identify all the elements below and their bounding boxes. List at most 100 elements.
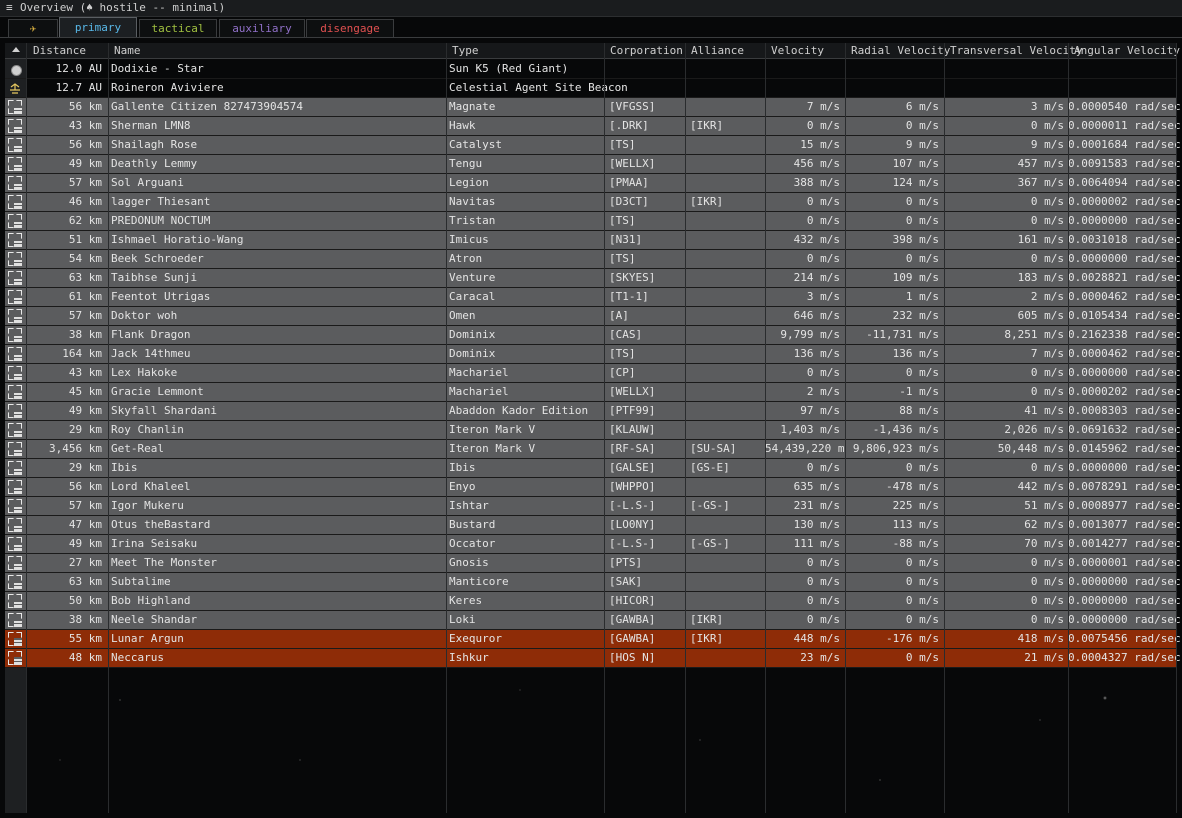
table-row[interactable]: 57 km Sol Arguani Legion [PMAA] 388 m/s 124 m… xyxy=(5,174,1181,193)
col-type[interactable]: Type xyxy=(452,43,479,58)
cell-type: Bustard xyxy=(449,518,496,531)
table-row[interactable]: 27 km Meet The Monster Gnosis [PTS] 0 m/s 0 m… xyxy=(5,554,1181,573)
ship-icon[interactable] xyxy=(8,556,22,570)
table-row[interactable]: 62 km PREDONUM NOCTUM Tristan [TS] 0 m/s 0 m/… xyxy=(5,212,1181,231)
ship-icon[interactable] xyxy=(8,328,22,342)
cell-angular-velocity: 0.0000000 rad/sec xyxy=(1068,366,1181,379)
tab-tactical[interactable]: tactical xyxy=(139,19,217,37)
ship-icon[interactable] xyxy=(8,632,22,646)
ship-icon[interactable] xyxy=(8,157,22,171)
table-row[interactable]: 63 km Subtalime Manticore [SAK] 0 m/s 0 m/s 0 … xyxy=(5,573,1181,592)
cell-distance: 63 km xyxy=(68,575,102,588)
ship-icon[interactable] xyxy=(8,214,22,228)
table-row[interactable]: 56 km Gallente Citizen 827473904574 Magnat… xyxy=(5,98,1181,117)
ship-icon[interactable] xyxy=(8,423,22,437)
ship-icon[interactable] xyxy=(8,537,22,551)
cell-radial-velocity: 0 m/s xyxy=(905,594,939,607)
beacon-icon[interactable] xyxy=(8,81,22,95)
ship-icon[interactable] xyxy=(8,575,22,589)
table-row[interactable]: 57 km Igor Mukeru Ishtar [-L.S-] [-GS-] 231 m… xyxy=(5,497,1181,516)
ship-icon[interactable] xyxy=(8,613,22,627)
table-row[interactable]: 46 km lagger Thiesant Navitas [D3CT] [IKR] 0 … xyxy=(5,193,1181,212)
col-corporation[interactable]: Corporation xyxy=(610,43,683,58)
table-row[interactable]: 61 km Feentot Utrigas Caracal [T1-1] 3 m/s 1 … xyxy=(5,288,1181,307)
cell-radial-velocity: 0 m/s xyxy=(905,252,939,265)
ship-icon[interactable] xyxy=(8,651,22,665)
ship-icon[interactable] xyxy=(8,176,22,190)
cell-alliance xyxy=(690,554,765,572)
ship-icon[interactable] xyxy=(8,309,22,323)
ship-icon[interactable] xyxy=(8,271,22,285)
table-row[interactable]: 43 km Sherman LMN8 Hawk [.DRK] [IKR] 0 m/s 0 m… xyxy=(5,117,1181,136)
ship-icon[interactable] xyxy=(8,480,22,494)
table-row[interactable]: 12.7 AU Roineron Aviviere Celestial Agent … xyxy=(5,79,1176,98)
table-row[interactable]: 57 km Doktor woh Omen [A] 646 m/s 232 m/s 605 … xyxy=(5,307,1181,326)
ship-icon[interactable] xyxy=(8,100,22,114)
cell-alliance: [SU-SA] xyxy=(690,442,737,455)
cell-alliance xyxy=(690,326,765,344)
table-row[interactable]: 12.0 AU Dodixie - Star Sun K5 (Red Giant) xyxy=(5,60,1176,79)
ship-icon[interactable] xyxy=(8,594,22,608)
cell-velocity: 0 m/s xyxy=(806,366,840,379)
tab-primary[interactable]: primary xyxy=(59,17,137,37)
table-row[interactable]: 164 km Jack 14thmeu Dominix [TS] 136 m/s 136 … xyxy=(5,345,1181,364)
ship-icon[interactable] xyxy=(8,290,22,304)
tab-drones[interactable]: ✈ xyxy=(8,19,58,37)
table-row[interactable]: 29 km Ibis Ibis [GALSE] [GS-E] 0 m/s 0 m/s 0 m/… xyxy=(5,459,1181,478)
tab-disengage[interactable]: disengage xyxy=(306,19,394,37)
cell-type: Iteron Mark V xyxy=(449,442,536,455)
star-icon[interactable] xyxy=(8,62,22,76)
col-name[interactable]: Name xyxy=(114,43,141,58)
tab-auxiliary[interactable]: auxiliary xyxy=(219,19,305,37)
table-row[interactable]: 3,456 km Get-Real Iteron Mark V [RF-SA] [SU-… xyxy=(5,440,1181,459)
table-row[interactable]: 38 km Neele Shandar Loki [GAWBA] [IKR] 0 m/s 0… xyxy=(5,611,1181,630)
ship-icon[interactable] xyxy=(8,119,22,133)
ship-icon[interactable] xyxy=(8,252,22,266)
col-radial-velocity[interactable]: Radial Velocity xyxy=(851,43,950,58)
table-row[interactable]: 54 km Beek Schroeder Atron [TS] 0 m/s 0 m/s 0 … xyxy=(5,250,1181,269)
cell-name: Gallente Citizen 827473904574 xyxy=(111,100,304,113)
ship-icon[interactable] xyxy=(8,499,22,513)
table-row[interactable]: 63 km Taibhse Sunji Venture [SKYES] 214 m/s 1… xyxy=(5,269,1181,288)
sort-ascending-icon[interactable] xyxy=(12,47,20,52)
ship-icon[interactable] xyxy=(8,442,22,456)
table-row[interactable]: 56 km Shailagh Rose Catalyst [TS] 15 m/s 9 m/… xyxy=(5,136,1181,155)
table-row[interactable]: 45 km Gracie Lemmont Machariel [WELLX] 2 m/s… xyxy=(5,383,1181,402)
cell-angular-velocity: 0.0000000 rad/sec xyxy=(1068,575,1181,588)
table-row[interactable]: 47 km Otus theBastard Bustard [LO0NY] 130 m/… xyxy=(5,516,1181,535)
ship-icon[interactable] xyxy=(8,518,22,532)
ship-icon[interactable] xyxy=(8,404,22,418)
table-row[interactable]: 56 km Lord Khaleel Enyo [WHPPO] 635 m/s -478 … xyxy=(5,478,1181,497)
table-row[interactable]: 49 km Deathly Lemmy Tengu [WELLX] 456 m/s 107… xyxy=(5,155,1181,174)
cell-corporation: [CP] xyxy=(609,366,636,379)
col-angular-velocity[interactable]: Angular Velocity xyxy=(1074,43,1180,58)
table-row[interactable]: 38 km Flank Dragon Dominix [CAS] 9,799 m/s -1… xyxy=(5,326,1181,345)
col-distance[interactable]: Distance xyxy=(33,43,86,58)
menu-icon[interactable]: ≡ xyxy=(6,0,13,16)
table-row[interactable]: 49 km Irina Seisaku Occator [-L.S-] [-GS-] 11… xyxy=(5,535,1181,554)
cell-angular-velocity: 0.0008303 rad/sec xyxy=(1068,404,1181,417)
cell-corporation: [PMAA] xyxy=(609,176,649,189)
ship-icon[interactable] xyxy=(8,347,22,361)
ship-icon[interactable] xyxy=(8,138,22,152)
ship-icon[interactable] xyxy=(8,233,22,247)
table-row[interactable]: 48 km Neccarus Ishkur [HOS N] 23 m/s 0 m/s 21 … xyxy=(5,649,1181,668)
table-row[interactable]: 43 km Lex Hakoke Machariel [CP] 0 m/s 0 m/s 0 … xyxy=(5,364,1181,383)
ship-icon[interactable] xyxy=(8,366,22,380)
ship-icon[interactable] xyxy=(8,385,22,399)
col-velocity[interactable]: Velocity xyxy=(771,43,824,58)
table-row[interactable]: 50 km Bob Highland Keres [HICOR] 0 m/s 0 m/s 0… xyxy=(5,592,1181,611)
ship-icon[interactable] xyxy=(8,461,22,475)
table-row[interactable]: 55 km Lunar Argun Exequror [GAWBA] [IKR] 448 … xyxy=(5,630,1181,649)
col-alliance[interactable]: Alliance xyxy=(691,43,744,58)
cell-name: lagger Thiesant xyxy=(111,195,211,208)
table-row[interactable]: 49 km Skyfall Shardani Abaddon Kador Editi… xyxy=(5,402,1181,421)
cell-velocity: 0 m/s xyxy=(806,594,840,607)
window-titlebar[interactable]: ≡ Overview (♠ hostile -- minimal) xyxy=(0,0,1182,17)
ship-icon[interactable] xyxy=(8,195,22,209)
table-row[interactable]: 29 km Roy Chanlin Iteron Mark V [KLAUW] 1,40… xyxy=(5,421,1181,440)
cell-radial-velocity: 124 m/s xyxy=(892,176,939,189)
cell-type: Ishtar xyxy=(449,499,489,512)
col-transversal-velocity[interactable]: Transversal Velocity xyxy=(950,43,1082,58)
table-row[interactable]: 51 km Ishmael Horatio-Wang Imicus [N31] 432 … xyxy=(5,231,1181,250)
